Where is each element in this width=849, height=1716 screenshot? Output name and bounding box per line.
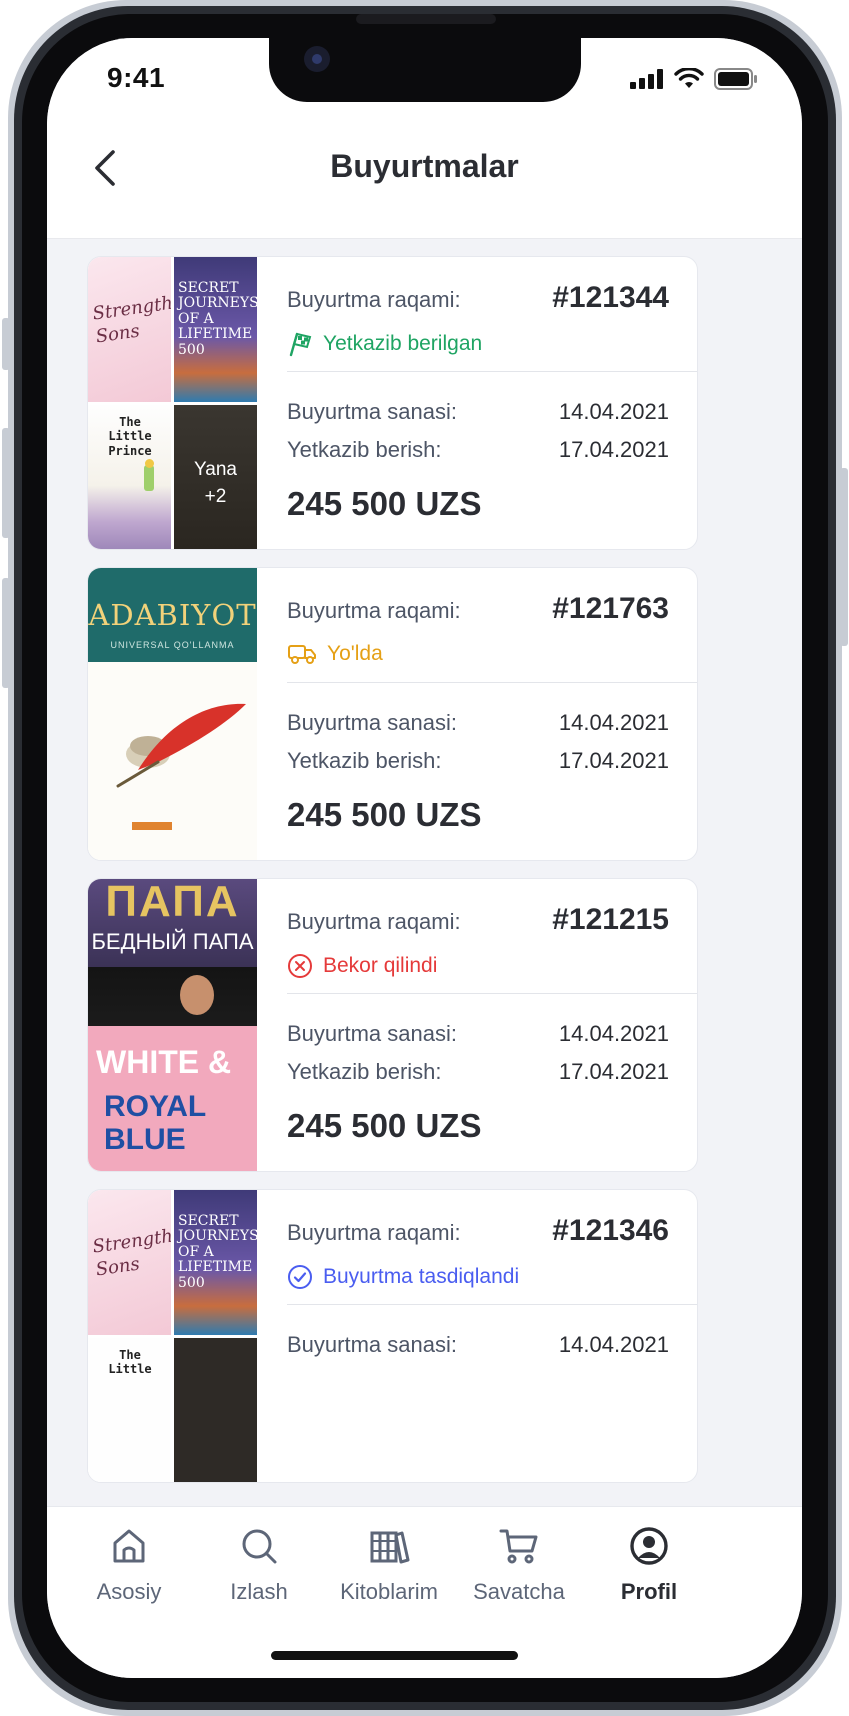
- nav-label: Savatcha: [473, 1579, 565, 1604]
- book-cover: ПАПА БЕДНЫЙ ПАПА: [88, 879, 257, 1026]
- book-cover: The Little: [88, 1338, 171, 1482]
- order-covers: ПАПА БЕДНЫЙ ПАПА WHITE & ROYAL BLUE: [88, 879, 257, 1171]
- wifi-icon: [674, 68, 704, 88]
- delivery-date-label: Yetkazib berish:: [287, 748, 442, 773]
- order-total: 245 500 UZS: [287, 1107, 482, 1144]
- order-covers: Strength Sons SECRET JOURNEYS OF A LIFET…: [88, 1190, 257, 1482]
- nav-label: Profil: [620, 1579, 678, 1604]
- book-cover: SECRET JOURNEYS OF A LIFETIME 500: [174, 1190, 257, 1335]
- divider: [287, 371, 697, 372]
- divider: [287, 682, 697, 683]
- delivery-date: 17.04.2021: [558, 437, 669, 462]
- order-card[interactable]: Strength Sons SECRET JOURNEYS OF A LIFET…: [87, 1189, 698, 1483]
- profile-icon: [630, 1527, 668, 1565]
- order-number-label: Buyurtma raqami:: [287, 1220, 461, 1245]
- divider: [287, 1304, 697, 1305]
- order-date-label: Buyurtma sanasi:: [287, 1021, 457, 1046]
- book-cover: [174, 1338, 257, 1482]
- bottom-nav: Asosiy Izlash Kitoblarim Savatcha Profil: [47, 1506, 802, 1678]
- speaker-grille: [356, 14, 496, 24]
- quill-illustration: [116, 703, 246, 788]
- order-card[interactable]: ПАПА БЕДНЫЙ ПАПА WHITE & ROYAL BLUE Buyu…: [87, 878, 698, 1172]
- order-number-label: Buyurtma raqami:: [287, 287, 461, 312]
- order-number: #121763: [552, 592, 669, 625]
- book-cover: SECRET JOURNEYS OF A LIFETIME 500: [174, 257, 257, 402]
- book-cover: The Little Prince: [88, 405, 171, 549]
- status-badge: Bekor qilindi: [287, 953, 437, 979]
- home-icon: [113, 1529, 145, 1563]
- divider: [287, 993, 697, 994]
- book-cover: ADABIYOT UNIVERSAL QO'LLANMA: [88, 568, 257, 860]
- order-info: Buyurtma raqami: #121346 Buyurtma tasdiq…: [257, 1190, 697, 1482]
- more-books-overlay[interactable]: Yana +2: [174, 405, 257, 549]
- delivery-date: 17.04.2021: [558, 1059, 669, 1084]
- status-text: Bekor qilindi: [323, 954, 438, 977]
- delivery-date-label: Yetkazib berish:: [287, 437, 442, 462]
- delivery-date-label: Yetkazib berish:: [287, 1059, 442, 1084]
- flag-icon: [289, 332, 312, 357]
- order-date: 14.04.2021: [558, 1021, 669, 1046]
- order-info: Buyurtma raqami: #121763 Yo'lda Buyurtma…: [257, 568, 697, 860]
- book-cover: Strength Sons: [88, 1190, 171, 1335]
- nav-label: Asosiy: [96, 1579, 162, 1604]
- order-covers: Strength Sons SECRET JOURNEYS OF A LIFET…: [88, 257, 257, 549]
- volume-down-button: [2, 578, 10, 688]
- nav-item-profile[interactable]: Profil: [584, 1525, 714, 1605]
- order-number-label: Buyurtma raqami:: [287, 598, 461, 623]
- order-covers: ADABIYOT UNIVERSAL QO'LLANMA: [88, 568, 257, 860]
- order-total: 245 500 UZS: [287, 796, 482, 833]
- order-number: #121215: [552, 903, 669, 936]
- cart-icon: [499, 1529, 538, 1564]
- status-text: Yetkazib berilgan: [323, 332, 483, 355]
- nav-item-search[interactable]: Izlash: [194, 1525, 324, 1605]
- order-date: 14.04.2021: [558, 399, 669, 424]
- battery-icon: [714, 68, 757, 90]
- order-date-label: Buyurtma sanasi:: [287, 1332, 457, 1357]
- notch: [269, 38, 581, 102]
- order-list[interactable]: Strength Sons SECRET JOURNEYS OF A LIFET…: [87, 256, 698, 1500]
- order-number: #121344: [552, 281, 669, 314]
- order-date-label: Buyurtma sanasi:: [287, 710, 457, 735]
- cancel-circle-icon: [288, 954, 312, 978]
- volume-up-button: [2, 428, 10, 538]
- book-cover: WHITE & ROYAL BLUE: [88, 1026, 257, 1171]
- search-icon: [242, 1529, 277, 1564]
- status-badge: Buyurtma tasdiqlandi: [287, 1264, 519, 1290]
- book-cover: Strength Sons: [88, 257, 171, 402]
- home-indicator[interactable]: [271, 1651, 518, 1660]
- status-badge: Yo'lda: [287, 642, 383, 666]
- order-info: Buyurtma raqami: #121344 Yetkazib berilg…: [257, 257, 697, 549]
- order-number: #121346: [552, 1214, 669, 1247]
- status-badge: Yetkazib berilgan: [287, 331, 482, 357]
- order-date-label: Buyurtma sanasi:: [287, 399, 457, 424]
- order-info: Buyurtma raqami: #121215 Bekor qilindi B…: [257, 879, 697, 1171]
- nav-item-cart[interactable]: Savatcha: [454, 1525, 584, 1605]
- nav-item-books[interactable]: Kitoblarim: [324, 1525, 454, 1605]
- order-date: 14.04.2021: [558, 710, 669, 735]
- page-title: Buyurtmalar: [330, 148, 519, 184]
- screen: 9:41 Buyurtmalar Strength Sons SECRET JO…: [47, 38, 802, 1678]
- status-text: Buyurtma tasdiqlandi: [323, 1265, 520, 1288]
- order-total: 245 500 UZS: [287, 485, 482, 522]
- order-number-label: Buyurtma raqami:: [287, 909, 461, 934]
- truck-icon: [288, 645, 316, 664]
- front-camera: [304, 46, 330, 72]
- status-time: 9:41: [107, 62, 166, 93]
- order-card[interactable]: ADABIYOT UNIVERSAL QO'LLANMA Buyurtma ra…: [87, 567, 698, 861]
- order-card[interactable]: Strength Sons SECRET JOURNEYS OF A LIFET…: [87, 256, 698, 550]
- mute-switch: [2, 318, 10, 370]
- nav-label: Izlash: [230, 1579, 288, 1604]
- delivery-date: 17.04.2021: [558, 748, 669, 773]
- order-date: 14.04.2021: [558, 1332, 669, 1357]
- nav-item-home[interactable]: Asosiy: [64, 1525, 194, 1605]
- nav-label: Kitoblarim: [340, 1579, 438, 1604]
- status-text: Yo'lda: [327, 642, 383, 665]
- check-circle-icon: [288, 1265, 312, 1289]
- power-button: [840, 468, 848, 646]
- books-icon: [370, 1531, 410, 1564]
- cellular-signal-icon: [630, 69, 663, 89]
- status-icons: [630, 68, 758, 90]
